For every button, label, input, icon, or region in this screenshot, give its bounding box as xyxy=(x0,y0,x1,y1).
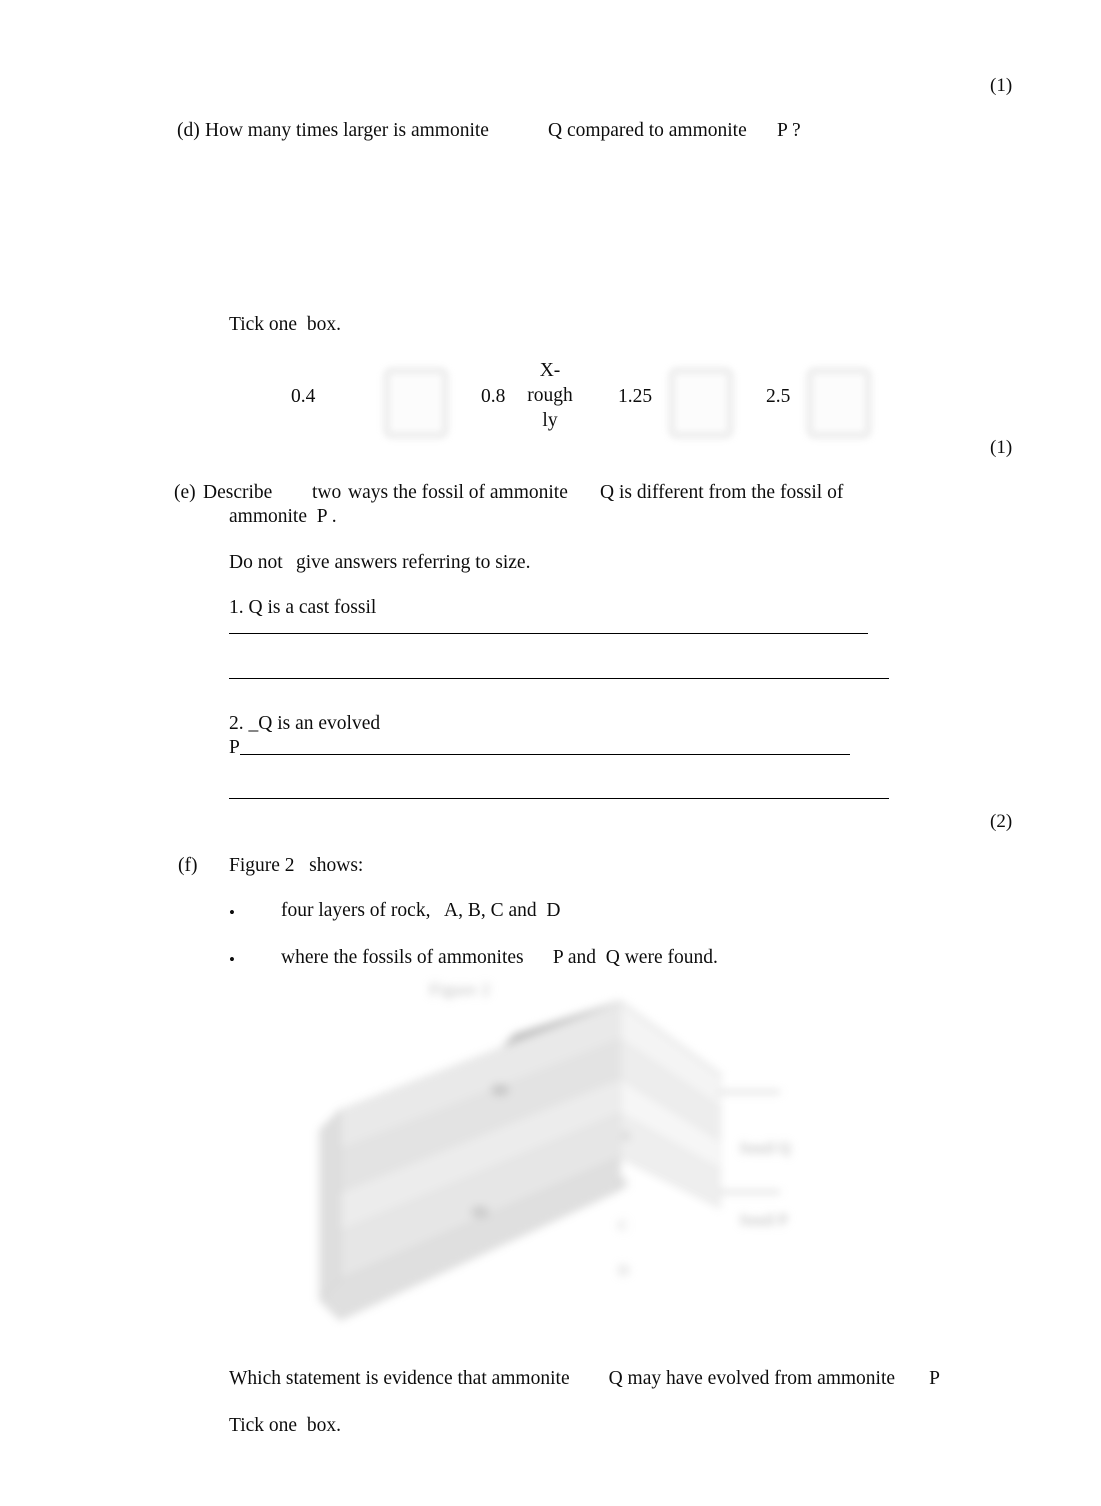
question-d-text-3: P ? xyxy=(777,120,801,141)
tick-one-box-instruction-f: Tick one box. xyxy=(229,1415,341,1436)
callout-label-fossil-p: fossil P xyxy=(740,1212,788,1229)
figure-2-caption: Figure 2 xyxy=(429,980,491,999)
marks-e-answer: (2) xyxy=(990,811,1013,832)
bullet-symbol-0: • xyxy=(229,903,235,922)
marks-e-prompt: (1) xyxy=(990,437,1013,458)
tick-box-option-0[interactable] xyxy=(383,367,449,439)
question-f-label: (f) xyxy=(178,855,198,876)
option-value-2: 1.25 xyxy=(618,386,653,407)
layer-label-d: D xyxy=(618,1263,629,1279)
answer-rule-4 xyxy=(229,798,889,799)
question-e-text-2: ways the fossil of ammonite xyxy=(348,482,568,503)
figure-2-diagram: Figure 2 A B C D fossil Q fossil P xyxy=(300,980,900,1350)
layer-label-b: B xyxy=(618,1176,629,1192)
question-e-note-donot: Do not xyxy=(229,552,283,573)
marks-d: (1) xyxy=(990,75,1013,96)
question-e-two: two xyxy=(312,482,342,503)
rock-layers-illustration xyxy=(319,1000,780,1321)
annotation-x-roughly: X- rough ly xyxy=(527,360,573,431)
layer-label-c: C xyxy=(618,1218,629,1234)
rock-left-side xyxy=(319,1108,341,1302)
question-f-statement: Which statement is evidence that ammonit… xyxy=(229,1368,941,1389)
option-value-1: 0.8 xyxy=(481,386,506,407)
question-d-text-2: Q compared to ammonite xyxy=(548,120,747,141)
layer-label-a: A xyxy=(620,1128,631,1144)
document-page: (1) (d) How many times larger is ammonit… xyxy=(0,0,1101,1506)
answer-line-2-text[interactable]: 2. _Q is an evolved xyxy=(229,711,380,737)
question-e-line2: ammonite P . xyxy=(229,506,337,527)
question-e-note-rest: give answers referring to size. xyxy=(296,552,531,573)
answer-line-1-text[interactable]: 1. Q is a cast fossil xyxy=(229,595,376,621)
question-e-describe: Describe xyxy=(203,482,273,503)
tick-one-box-instruction-d: Tick one box. xyxy=(229,314,341,335)
bullet-text-0: four layers of rock, A, B, C and D xyxy=(281,900,561,921)
question-d-label: (d) xyxy=(177,120,200,141)
answer-rule-3 xyxy=(240,754,850,755)
answer-line-2-continued[interactable]: P xyxy=(229,735,240,761)
bullet-symbol-1: • xyxy=(229,950,235,969)
tick-box-option-3[interactable] xyxy=(806,367,872,439)
question-e-label: (e) xyxy=(174,482,196,503)
bullet-text-1: where the fossils of ammonites P and Q w… xyxy=(281,947,718,968)
question-f-intro: Figure 2 shows: xyxy=(229,855,364,876)
tick-box-option-2[interactable] xyxy=(668,367,734,439)
fossil-marker-p xyxy=(471,1206,489,1218)
answer-rule-2 xyxy=(229,678,889,679)
answer-rule-1 xyxy=(229,633,868,634)
option-value-3: 2.5 xyxy=(766,386,791,407)
callout-label-fossil-q: fossil Q xyxy=(740,1140,791,1157)
question-e-text-3: Q is different from the fossil of xyxy=(600,482,844,503)
option-value-0: 0.4 xyxy=(291,386,316,407)
question-d-text: How many times larger is ammonite xyxy=(205,120,489,141)
fossil-marker-q xyxy=(491,1084,509,1096)
